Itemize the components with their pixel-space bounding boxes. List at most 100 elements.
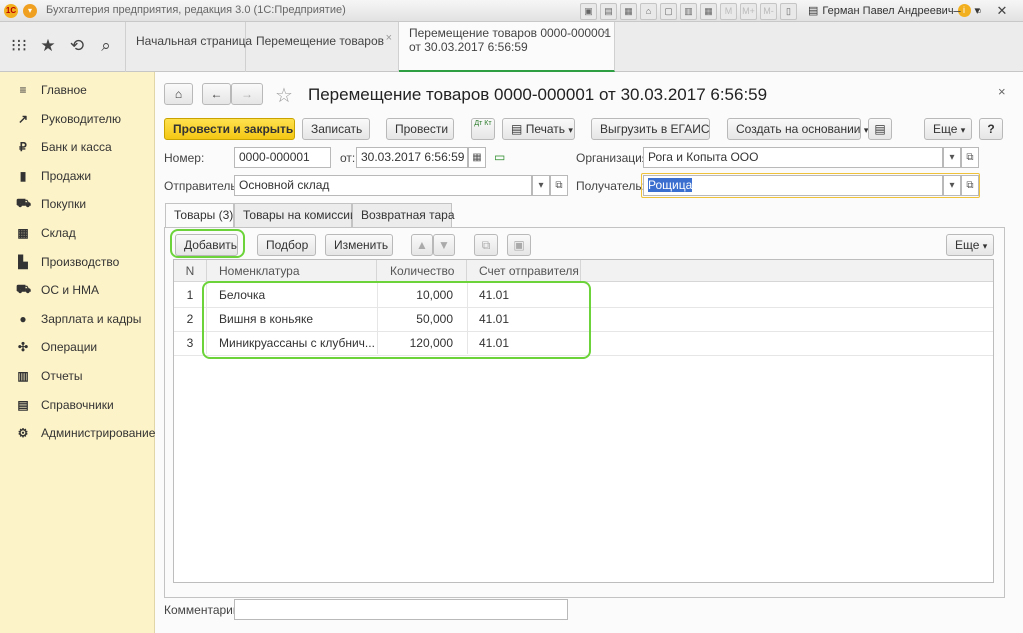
main-menu-icon[interactable]: ▾ <box>23 4 37 18</box>
create-based-label: Создать на основании <box>736 122 861 136</box>
sidebar-item[interactable]: ↗ Руководителю <box>16 109 121 129</box>
report-icon[interactable]: ▤ <box>868 118 892 140</box>
search-icon[interactable]: ⌕ <box>96 36 116 56</box>
organization-dropdown-button[interactable]: ▾ <box>943 147 961 168</box>
calendar-icon[interactable]: ▦ <box>700 2 717 20</box>
sidebar-item-label: Склад <box>41 226 76 240</box>
edit-button[interactable]: Изменить <box>325 234 393 256</box>
sidebar-item-icon: ▦ <box>17 226 29 240</box>
sender-open-button[interactable]: ⧉ <box>550 175 568 196</box>
calendar-icon[interactable]: ▦ <box>468 147 486 168</box>
close-icon[interactable]: × <box>386 32 392 44</box>
forward-button[interactable]: → <box>231 83 263 105</box>
memory-m-button[interactable]: M <box>720 2 737 20</box>
sidebar-item-label: Зарплата и кадры <box>41 311 142 326</box>
sections-panel: ≡ Главное ↗ Руководителю ₽ Банк и касса ▮ Прода… <box>0 72 155 633</box>
rows-highlight <box>202 281 591 359</box>
receiver-open-button[interactable]: ⧉ <box>961 175 979 196</box>
sidebar-item[interactable]: ⚙ Администрирование <box>16 423 156 443</box>
pick-button[interactable]: Подбор <box>257 234 316 256</box>
favorites-star-icon[interactable]: ★ <box>38 36 58 56</box>
sender-field[interactable]: Основной склад <box>234 175 532 196</box>
receiver-label: Получатель: <box>576 179 645 193</box>
date-field[interactable]: 30.03.2017 6:56:59 <box>356 147 468 168</box>
number-label: Номер: <box>164 151 205 165</box>
user-icon: ▤ <box>808 5 819 17</box>
minimize-icon[interactable]: – <box>948 2 966 20</box>
sidebar-item[interactable]: ✣ Операции <box>16 337 97 357</box>
print-button[interactable]: ▤ Печать ▾ <box>502 118 575 140</box>
sidebar-item-label: Продажи <box>41 168 92 183</box>
close-form-icon[interactable]: × <box>998 84 1006 99</box>
more-button[interactable]: Еще ▾ <box>924 118 972 140</box>
sidebar-item[interactable]: ⛟ Покупки <box>16 194 86 214</box>
tab-label-date: от 30.03.2017 6:56:59 <box>409 40 528 54</box>
tab-goods[interactable]: Товары (3) <box>165 203 234 228</box>
post-and-close-button[interactable]: Провести и закрыть <box>164 118 295 140</box>
restore-icon[interactable]: ▫ <box>970 2 988 20</box>
number-field[interactable]: 0000-000001 <box>234 147 331 168</box>
paste-rows-icon[interactable]: ▣ <box>507 234 531 256</box>
organization-field[interactable]: Рога и Копыта ООО <box>643 147 943 168</box>
move-down-button[interactable]: ▼ <box>433 234 455 256</box>
user-name: Герман Павел Андреевич <box>822 4 954 17</box>
comment-label: Комментарий: <box>164 603 243 617</box>
home-icon[interactable]: ⌂ <box>640 2 657 20</box>
move-up-button[interactable]: ▲ <box>411 234 433 256</box>
panels-icon[interactable]: ▯ <box>780 2 797 20</box>
sidebar-item[interactable]: ₽ Банк и касса <box>16 137 112 157</box>
add-button-highlight <box>170 229 245 258</box>
sidebar-item[interactable]: ⛟ ОС и НМА <box>16 280 99 300</box>
help-button[interactable]: ? <box>979 118 1003 140</box>
post-button[interactable]: Провести <box>386 118 454 140</box>
receiver-field[interactable]: Рощица <box>643 175 943 196</box>
create-based-on-button[interactable]: Создать на основании ▾ <box>727 118 868 140</box>
comment-field[interactable] <box>234 599 568 620</box>
close-window-icon[interactable]: ✕ <box>993 2 1011 20</box>
sidebar-item[interactable]: ▥ Отчеты <box>16 366 82 386</box>
sidebar-item[interactable]: ▦ Склад <box>16 223 76 243</box>
tab-label: Перемещение товаров 0000-000001 <box>409 26 612 40</box>
sender-dropdown-button[interactable]: ▾ <box>532 175 550 196</box>
memory-plus-button[interactable]: M+ <box>740 2 757 20</box>
organization-open-button[interactable]: ⧉ <box>961 147 979 168</box>
memory-minus-button[interactable]: M- <box>760 2 777 20</box>
print-icon[interactable]: ▤ <box>600 2 617 20</box>
table-more-button[interactable]: Еще ▾ <box>946 234 994 256</box>
back-button[interactable]: ← <box>202 83 231 105</box>
sidebar-item-label: Покупки <box>41 197 87 212</box>
sidebar-item-icon: ≡ <box>19 83 27 97</box>
tab-movements-list[interactable]: Перемещение товаров × <box>246 22 399 72</box>
sidebar-item-icon: ₽ <box>19 140 27 155</box>
tab-start-page[interactable]: Начальная страница <box>125 22 252 72</box>
tab-returnable-containers[interactable]: Возвратная тара <box>352 203 455 227</box>
history-icon[interactable]: ⟲ <box>67 36 87 56</box>
column-header-nomenclature[interactable]: Номенклатура <box>206 260 377 281</box>
sidebar-item[interactable]: ● Зарплата и кадры <box>16 309 141 329</box>
close-icon[interactable]: × <box>602 26 608 40</box>
sidebar-item-label: ОС и НМА <box>41 283 100 298</box>
tab-movement-document[interactable]: Перемещение товаров 0000-000001 от 30.03… <box>399 22 615 72</box>
favorite-star-icon[interactable]: ☆ <box>275 83 293 108</box>
calculator-icon[interactable]: ▥ <box>680 2 697 20</box>
column-header-sender-account[interactable]: Счет отправителя <box>467 260 581 281</box>
egais-upload-button[interactable]: Выгрузить в ЕГАИС <box>591 118 710 140</box>
column-header-quantity[interactable]: Количество <box>377 260 467 281</box>
dt-kt-button[interactable]: Дт Кт <box>471 118 495 140</box>
sidebar-item[interactable]: ▮ Продажи <box>16 166 91 186</box>
sidebar-item[interactable]: ▤ Справочники <box>16 395 113 415</box>
save-icon[interactable]: ▣ <box>580 2 597 20</box>
sidebar-item[interactable]: ▙ Производство <box>16 252 119 272</box>
tab-goods-on-commission[interactable]: Товары на комиссии <box>234 203 357 227</box>
column-header-n[interactable]: N <box>174 260 207 281</box>
sections-grid-icon[interactable]: ⁝⁝⁝ <box>9 36 29 56</box>
app-logo-icon[interactable]: 1C <box>4 4 18 18</box>
home-button[interactable]: ⌂ <box>164 83 193 105</box>
sidebar-item[interactable]: ≡ Главное <box>16 80 86 100</box>
sidebar-item-icon: ▥ <box>17 369 29 383</box>
preview-icon[interactable]: ▦ <box>620 2 637 20</box>
copy-icon[interactable]: ▢ <box>660 2 677 20</box>
save-button[interactable]: Записать <box>302 118 370 140</box>
receiver-dropdown-button[interactable]: ▾ <box>943 175 961 196</box>
copy-rows-icon[interactable]: ⧉ <box>474 234 498 256</box>
